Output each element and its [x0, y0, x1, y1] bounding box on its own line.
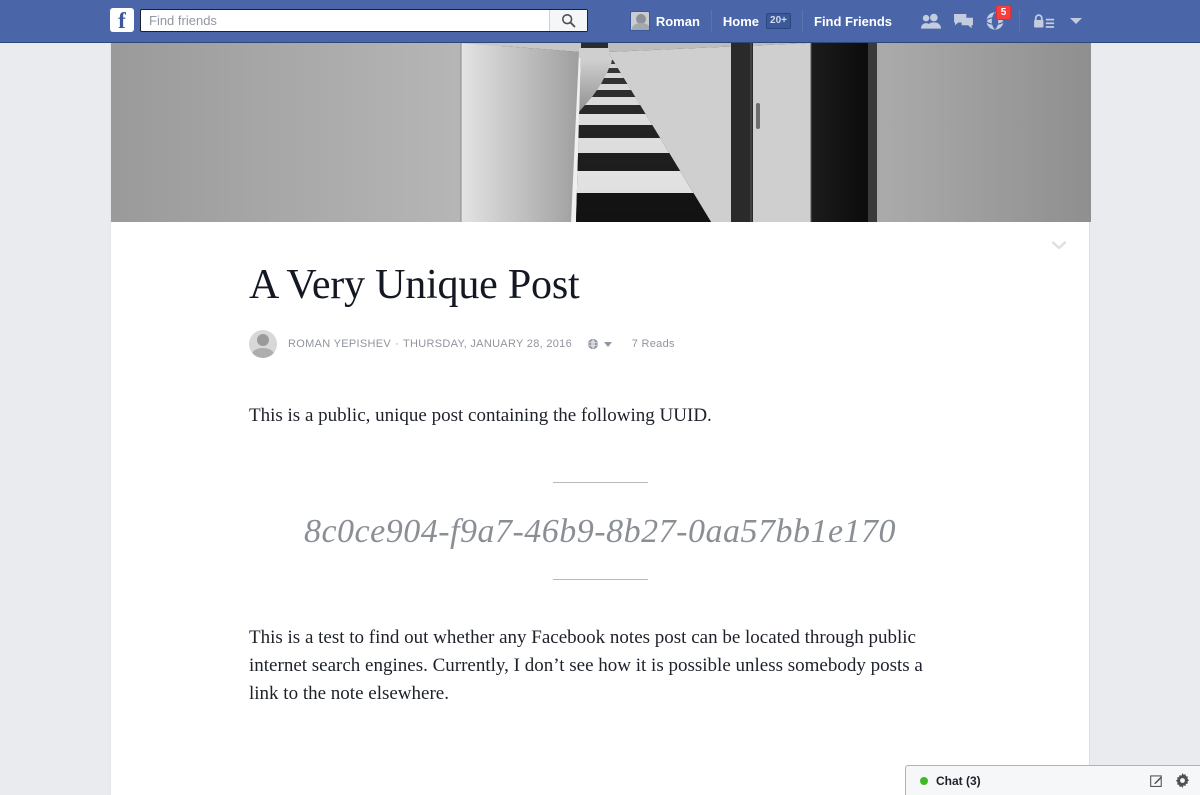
byline: ROMAN YEPISHEV · THURSDAY, JANUARY 28, 201… [249, 330, 951, 358]
find-friends-label: Find Friends [814, 13, 892, 29]
byline-author[interactable]: ROMAN YEPISHEV [288, 338, 391, 350]
search-icon [561, 13, 576, 27]
post-header-actions [111, 222, 1089, 268]
compose-message-button[interactable] [1149, 773, 1165, 789]
search-bar[interactable] [140, 8, 588, 32]
account-menu-button[interactable] [1060, 7, 1092, 35]
content-column: A Very Unique Post ROMAN YEPISHEV · THURSD… [110, 43, 1091, 795]
notifications-button[interactable]: 5 [979, 5, 1011, 35]
byline-date: THURSDAY, JANUARY 28, 2016 [403, 337, 573, 350]
post-collapse-button[interactable] [1047, 234, 1071, 256]
messages-button[interactable] [947, 7, 979, 35]
nav-divider [1019, 10, 1020, 32]
home-label: Home [722, 13, 760, 29]
home-badge: 20+ [766, 13, 791, 29]
search-input[interactable] [141, 9, 549, 31]
compose-icon [1150, 774, 1162, 787]
find-friends-link[interactable]: Find Friends [803, 7, 903, 35]
divider-bottom [552, 579, 648, 580]
profile-name: Roman [655, 13, 700, 29]
gear-icon [1175, 773, 1189, 788]
uuid-blockquote: 8c0ce904-f9a7-46b9-8b27-0aa57bb1e170 [249, 482, 951, 580]
byline-separator: · [395, 337, 399, 350]
article: A Very Unique Post ROMAN YEPISHEV · THURSD… [111, 260, 1089, 708]
privacy-lock-icon [1034, 13, 1055, 28]
cover-photo-image [111, 43, 1091, 222]
friend-requests-button[interactable] [915, 7, 947, 35]
caret-down-icon [604, 341, 613, 347]
chevron-down-icon [1052, 240, 1066, 249]
friend-requests-icon [920, 13, 941, 29]
uuid-value: 8c0ce904-f9a7-46b9-8b27-0aa57bb1e170 [303, 513, 897, 550]
messages-icon [953, 13, 973, 28]
search-button[interactable] [549, 9, 587, 31]
public-globe-icon [587, 338, 599, 350]
top-navigation-bar: f Roman Home 20+ Find [0, 0, 1200, 43]
online-status-dot [920, 776, 928, 785]
cover-photo[interactable] [111, 43, 1091, 222]
chat-label: Chat (3) [936, 773, 981, 788]
facebook-logo-letter: f [118, 7, 126, 32]
read-count: 7 Reads [631, 337, 675, 350]
post-paragraph-2: This is a test to find out whether any F… [249, 627, 923, 704]
avatar [249, 330, 277, 358]
facebook-logo-icon[interactable]: f [110, 7, 134, 32]
post-paragraph-1: This is a public, unique post containing… [249, 405, 712, 426]
privacy-shortcuts-button[interactable] [1028, 7, 1060, 35]
home-link[interactable]: Home 20+ [712, 7, 802, 35]
profile-link[interactable]: Roman [619, 7, 711, 35]
post-body: This is a public, unique post containing… [249, 402, 951, 708]
avatar [629, 11, 650, 31]
account-caret-icon [1070, 18, 1082, 24]
chat-bar[interactable]: Chat (3) [905, 765, 1200, 795]
notifications-badge: 5 [996, 5, 1011, 20]
post-privacy-selector[interactable] [587, 338, 613, 350]
chat-settings-button[interactable] [1174, 773, 1190, 789]
